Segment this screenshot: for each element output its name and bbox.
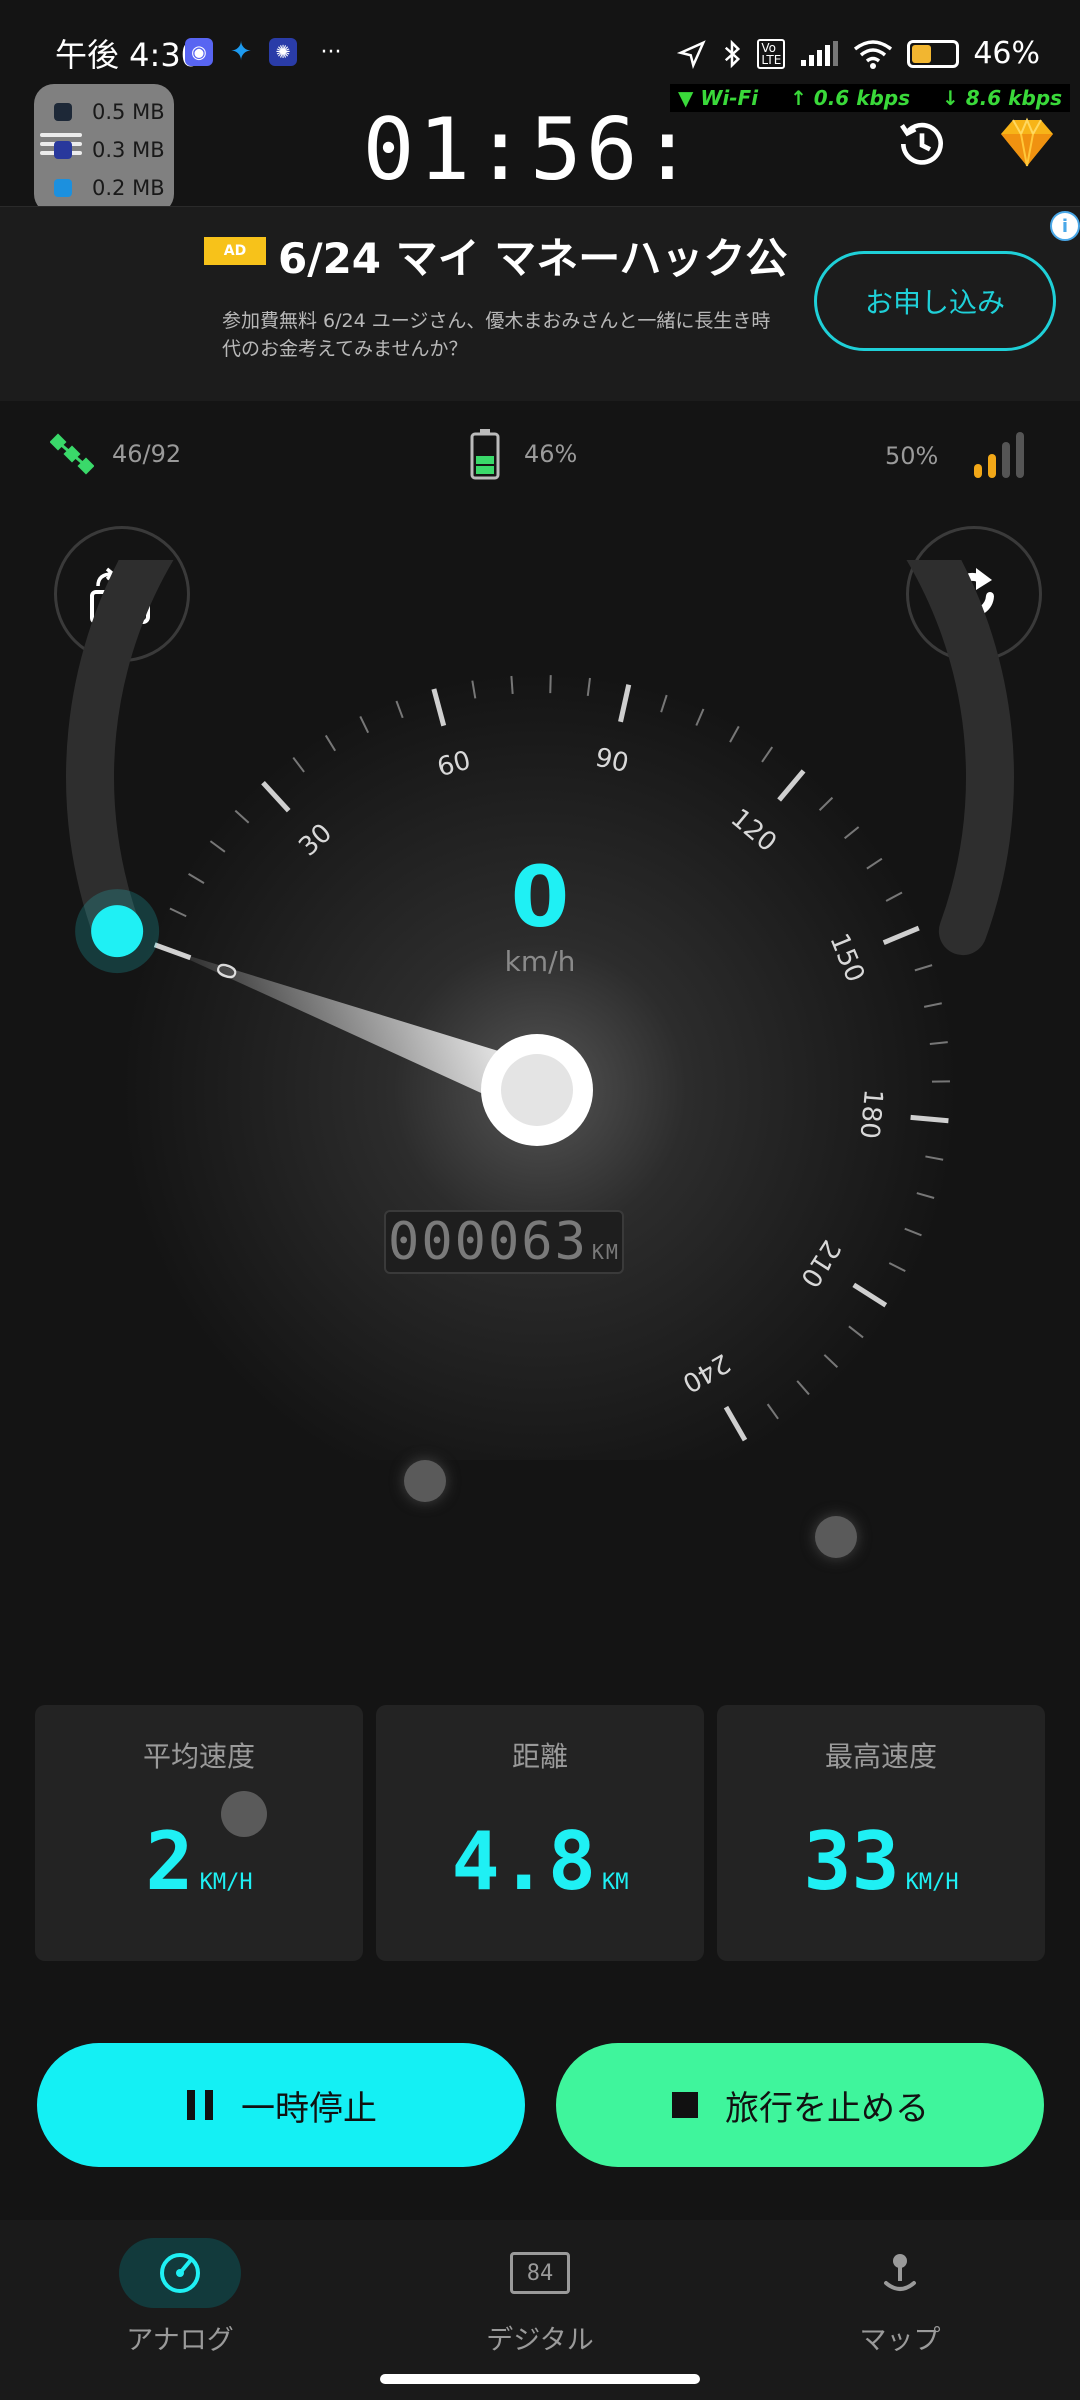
odometer-unit: KM [591,1240,620,1264]
overlay-item: 0.5 MB [54,100,165,124]
nav-analog[interactable]: アナログ [60,2238,300,2357]
card-value: 33 KM/H [803,1815,959,1908]
nav-icon-bg [839,2238,961,2308]
battery-stat: 46% [470,428,577,480]
nav-label: アナログ [126,2325,234,2356]
status-bar: 午後 4:30 ◉ ✦ ✺ ··· Vo LTE 46% [0,0,1080,90]
status-right: Vo LTE 46% [677,36,1040,71]
ad-description: 参加費無料 6/24 ユージさん、優木まおみさんと一緒に長生き時代のお金考えてみ… [222,310,771,360]
pause-button[interactable]: 一時停止 [37,2043,525,2167]
ad-title[interactable]: 6/24 マイ マネーハック公 [278,225,787,286]
ad-badge: AD [204,237,266,265]
major-tick [910,1114,949,1124]
minor-tick [510,675,514,695]
battery-percent: 46% [973,36,1040,71]
satellite-icon [50,433,94,475]
pause-icon [187,2090,213,2120]
max-speed-card: 最高速度 33 KM/H [717,1705,1045,1961]
signal-bars-icon [974,432,1025,478]
battery-icon [907,39,960,68]
nav-label: マップ [859,2325,941,2356]
history-button[interactable] [890,112,954,176]
wifi-icon [854,39,893,69]
location-icon [677,39,707,69]
ad-cta-button[interactable]: お申し込み [814,251,1056,351]
volte-icon: Vo LTE [757,38,786,69]
odometer: 000063 KM [384,1210,624,1274]
history-icon [900,122,943,165]
nav-map[interactable]: マップ [780,2238,1020,2357]
download-speed: ↓ 8.6 kbps [942,86,1062,110]
digital-icon: 84 [510,2252,570,2294]
speed-indicator-dot [91,905,144,958]
diamond-icon [1001,117,1053,167]
overlay-item: 0.2 MB [54,176,165,200]
speed-unit: km/h [504,945,576,978]
signal-strength-value: 50% [885,442,939,470]
pause-label: 一時停止 [241,2088,377,2129]
twitter-icon [54,179,72,197]
bottom-navigation: アナログ 84 デジタル マップ [0,2220,1080,2400]
card-label: 距離 [511,1740,568,1773]
card-label: 最高速度 [824,1740,937,1773]
card-value: 2 KM/H [145,1815,253,1908]
nav-icon-active-bg [119,2238,241,2308]
home-indicator [380,2374,700,2384]
cellular-signal-icon [801,40,839,66]
stop-trip-label: 旅行を止める [725,2088,929,2129]
gauge-icon [160,2253,200,2293]
battery-level-icon [470,429,500,480]
nav-digital[interactable]: 84 デジタル [420,2238,660,2357]
satellite-count: 46/92 [112,440,182,468]
ad-banner[interactable]: i AD 6/24 マイ マネーハック公 参加費無料 6/24 ユージさん、優木… [0,206,1080,401]
signal-stat: 50% [885,432,1028,480]
distance-card: 距離 4.8 KM [376,1705,704,1961]
bluetooth-icon [725,39,741,68]
needle-hub-inner [501,1054,573,1126]
upload-speed: ↑ 0.6 kbps [790,86,911,110]
premium-button[interactable] [995,110,1059,174]
decorative-dot [815,1516,857,1558]
notification-icons: ◉ ✦ ✺ ··· [185,37,351,67]
map-pin-icon [884,2254,916,2291]
nav-icon-bg: 84 [479,2238,601,2308]
stop-trip-button[interactable]: 旅行を止める [556,2043,1044,2167]
discord-icon: ◉ [185,38,213,66]
overlay-item: 0.3 MB [54,138,165,162]
average-speed-card: 平均速度 2 KM/H [35,1705,363,1961]
ad-info-icon[interactable]: i [1050,211,1080,241]
battery-level-value: 46% [524,440,578,468]
app-icon [54,141,72,159]
nav-label: デジタル [486,2325,594,2356]
decorative-dot [404,1460,446,1502]
twitter-icon: ✦ [230,37,252,67]
status-time: 午後 4:30 [55,36,202,74]
speedometer-gauge: 0306090120150180210240 [66,560,1014,1460]
gps-satellite-stat: 46/92 [50,432,181,476]
scale-label: 180 [854,1088,888,1140]
odometer-value: 000063 [388,1212,588,1272]
current-speed: 0 [510,848,570,946]
stop-icon [672,2092,698,2118]
app-icon: ✺ [269,38,297,66]
card-value: 4.8 KM [451,1815,629,1908]
card-label: 平均速度 [142,1740,255,1773]
data-usage-overlay[interactable]: 0.5 MB 0.3 MB 0.2 MB [34,84,174,214]
more-notifications-icon: ··· [320,39,342,65]
app-icon [54,103,72,121]
